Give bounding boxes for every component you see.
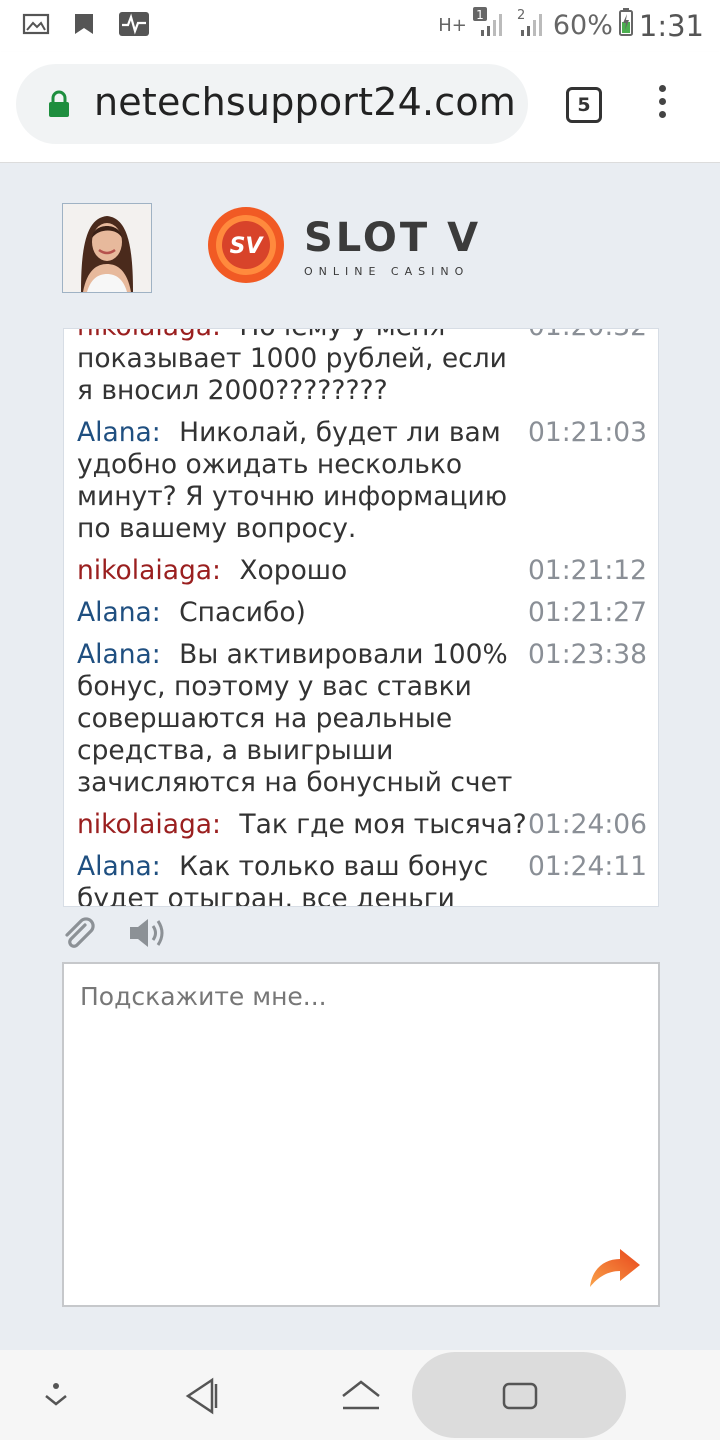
chat-message: Alana: Вы активировали 100% бонус, поэто… [77,639,647,799]
home-icon[interactable] [340,1378,382,1419]
message-timestamp: 01:24:06 [527,809,647,840]
message-author: Alana: [77,417,161,448]
message-body: Alana: Спасибо) [77,597,527,629]
message-author: Alana: [77,851,161,882]
message-timestamp: 01:21:12 [527,555,647,586]
svg-text:1: 1 [476,8,484,22]
chat-message: nikolaiaga: Хорошо 01:21:12 [77,555,647,587]
chat-message: Alana: Спасибо) 01:21:27 [77,597,647,629]
back-icon[interactable] [182,1376,222,1421]
message-author: nikolaiaga: [77,329,221,342]
operator-avatar [62,203,152,293]
clock: 1:31 [638,8,704,43]
signal-sim2-icon: 2 [513,6,547,45]
message-body: nikolaiaga: Хорошо [77,555,527,587]
message-timestamp: 01:20:32 [528,329,647,343]
chat-message: nikolaiaga: Так где моя тысяча? 01:24:06 [77,809,647,841]
message-timestamp: 01:24:11 [527,851,647,882]
address-bar[interactable]: netechsupport24.com [16,64,528,144]
message-author: nikolaiaga: [77,809,221,840]
system-navigation-bar [0,1350,720,1440]
bookmark-icon [72,12,96,41]
battery-charging-icon [618,8,633,43]
message-body: Alana: Николай, будет ли вам удобно ожид… [77,417,527,545]
battery-percent: 60% [552,10,613,41]
message-body: nikolaiaga: Почему у меня показывает 100… [77,329,527,407]
chat-tools [60,915,168,955]
paperclip-icon[interactable] [60,915,96,956]
message-text: Так где моя тысяча? [239,809,527,840]
message-body: Alana: Вы активировали 100% бонус, поэто… [77,639,527,799]
message-timestamp: 01:23:38 [527,639,647,670]
tab-switcher-button[interactable]: 5 [566,87,602,123]
browser-toolbar: netechsupport24.com 5 [0,52,720,163]
gallery-icon [22,12,50,41]
network-type-icon: H+ [438,15,467,36]
lock-icon [48,90,70,123]
message-input-box [62,962,660,1307]
logo-tagline-text: ONLINE CASINO [304,265,469,278]
logo-badge-text: SV [230,234,265,259]
status-bar: H+ 1 2 60% 1:31 [0,0,720,52]
svg-text:2: 2 [517,8,525,23]
hide-keyboard-icon[interactable] [42,1380,70,1415]
signal-sim1-icon: 1 [472,6,507,45]
message-input[interactable] [78,980,642,1244]
chat-page: SV SLOT V ONLINE CASINO nikolaiaga: Поче… [0,163,720,1350]
send-arrow-icon[interactable] [586,1243,642,1291]
speaker-icon[interactable] [128,915,168,956]
message-author: nikolaiaga: [77,555,221,586]
message-body: nikolaiaga: Так где моя тысяча? [77,809,527,841]
message-text: Хорошо [239,555,348,586]
recent-apps-icon[interactable] [502,1382,538,1415]
slotv-logo: SV SLOT V ONLINE CASINO [206,205,526,289]
message-timestamp: 01:21:03 [527,417,647,448]
chat-message: Alana: Как только ваш бонус будет отыгра… [77,851,647,906]
message-author: Alana: [77,597,161,628]
chat-transcript[interactable]: nikolaiaga: Почему у меня показывает 100… [63,328,659,907]
url-text[interactable]: netechsupport24.com [94,80,516,124]
activity-icon [118,11,150,42]
message-body: Alana: Как только ваш бонус будет отыгра… [77,851,527,906]
chat-message: Alana: Николай, будет ли вам удобно ожид… [77,417,647,545]
chat-message: nikolaiaga: Почему у меня показывает 100… [77,329,647,407]
logo-name-text: SLOT V [304,215,481,261]
message-author: Alana: [77,639,161,670]
message-text: Спасибо) [179,597,306,628]
overflow-menu-icon[interactable] [652,85,672,125]
message-timestamp: 01:21:27 [527,597,647,628]
